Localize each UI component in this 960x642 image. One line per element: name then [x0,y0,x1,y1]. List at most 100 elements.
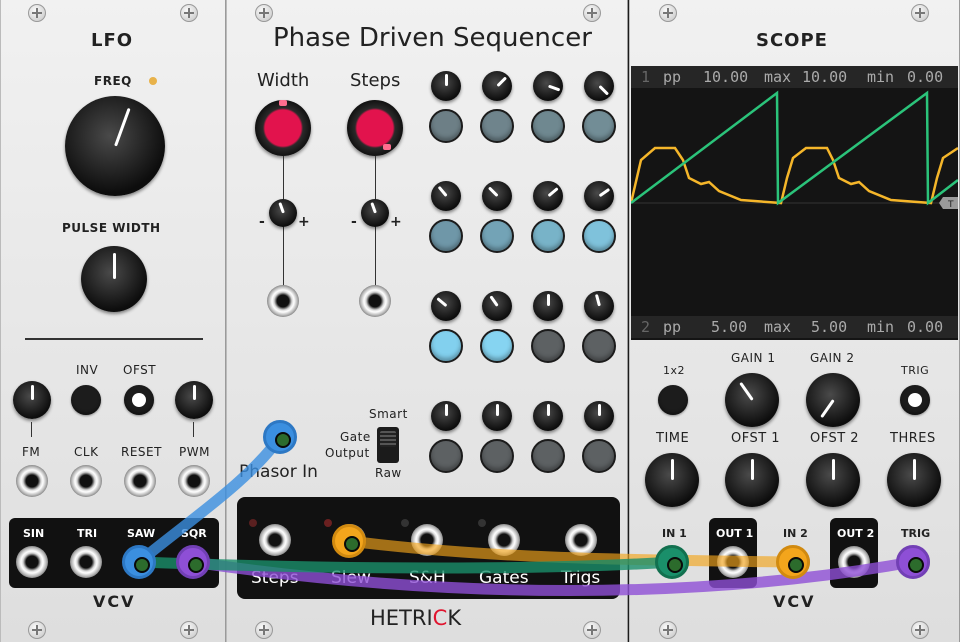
ch1-readout: 1 pp 10.00 max 10.00 min 0.00 [631,66,958,88]
screw-icon [28,4,46,22]
pwm-input-jack[interactable] [178,465,210,497]
cable-plug-orange[interactable] [776,545,810,579]
ofst1-knob[interactable] [725,453,779,507]
phasor-in-label: Phasor In [239,462,318,482]
step-button[interactable] [429,109,463,143]
screw-icon [583,4,601,22]
x2-button[interactable] [658,385,688,415]
saw-label: SAW [127,527,156,540]
step-button[interactable] [582,219,616,253]
step-button[interactable] [480,219,514,253]
step-button[interactable] [582,329,616,363]
ofst1-label: OFST 1 [731,431,781,446]
steps-knob[interactable] [347,100,403,156]
time-label: TIME [656,431,690,446]
out1-jack[interactable] [717,546,749,578]
clk-input-jack[interactable] [70,465,102,497]
cable-plug-orange[interactable] [332,524,366,558]
reset-label: RESET [121,445,162,459]
gain2-knob[interactable] [806,373,860,427]
step-knob[interactable] [584,291,614,321]
vcv-logo: VCV [93,592,136,611]
inv-label: INV [76,363,99,377]
width-cv-attenuator-knob[interactable] [269,199,297,227]
in2-label: IN 2 [783,527,808,540]
reset-input-jack[interactable] [124,465,156,497]
sh-output-jack[interactable] [411,524,443,556]
screw-icon [255,621,273,639]
step-knob[interactable] [431,71,461,101]
cable-plug-blue[interactable] [263,420,297,454]
trigs-output-jack[interactable] [565,524,597,556]
step-button[interactable] [480,109,514,143]
sequencer-title: Phase Driven Sequencer [273,23,592,53]
thres-knob[interactable] [887,453,941,507]
lfo-title: LFO [91,30,134,51]
trigger-marker-label: T [947,200,954,210]
step-button[interactable] [429,439,463,473]
width-knob[interactable] [255,100,311,156]
steps-cv-jack[interactable] [359,285,391,317]
tri-output-jack[interactable] [70,546,102,578]
fm-label: FM [22,445,41,459]
step-button-active[interactable] [429,329,463,363]
ch2-readout: 2 pp 5.00 max 5.00 min 0.00 [631,316,958,338]
step-knob[interactable] [431,181,461,211]
ch1-trace [631,90,958,206]
step-button[interactable] [582,109,616,143]
step-knob[interactable] [482,401,512,431]
step-knob[interactable] [533,401,563,431]
gain1-label: GAIN 1 [731,351,776,365]
sin-output-jack[interactable] [16,546,48,578]
step-knob[interactable] [584,71,614,101]
fm-input-jack[interactable] [16,465,48,497]
step-knob[interactable] [482,71,512,101]
cable-plug-green[interactable] [655,545,689,579]
trig-button[interactable] [900,385,930,415]
x2-label: 1x2 [663,364,686,377]
step-button[interactable] [429,219,463,253]
inv-button[interactable] [71,385,101,415]
step-button[interactable] [582,439,616,473]
screw-icon [911,4,929,22]
screw-icon [180,621,198,639]
screw-icon [255,4,273,22]
step-knob[interactable] [533,291,563,321]
freq-label: FREQ [94,74,132,88]
step-knob[interactable] [482,291,512,321]
ofst-button[interactable] [124,385,154,415]
screw-icon [659,621,677,639]
gates-output-jack[interactable] [488,524,520,556]
pwm-attenuator-knob[interactable] [175,381,213,419]
width-cv-jack[interactable] [267,285,299,317]
step-button-active[interactable] [480,329,514,363]
time-knob[interactable] [645,453,699,507]
fm-attenuator-knob[interactable] [13,381,51,419]
cable-plug-purple[interactable] [896,545,930,579]
out2-jack[interactable] [838,546,870,578]
step-button[interactable] [531,109,565,143]
scope-traces: T [631,90,958,210]
step-button[interactable] [531,439,565,473]
steps-cv-attenuator-knob[interactable] [361,199,389,227]
step-button[interactable] [531,219,565,253]
step-knob[interactable] [584,401,614,431]
step-knob[interactable] [533,181,563,211]
freq-knob[interactable] [65,96,165,196]
cable-plug-blue[interactable] [122,545,156,579]
ofst2-knob[interactable] [806,453,860,507]
hetrick-logo: HETRICK [370,606,462,630]
cable-plug-purple[interactable] [176,545,210,579]
step-button[interactable] [531,329,565,363]
gate-mode-switch[interactable] [377,427,399,463]
step-button[interactable] [480,439,514,473]
steps-output-jack[interactable] [259,524,291,556]
step-knob[interactable] [482,181,512,211]
step-knob[interactable] [533,71,563,101]
step-knob[interactable] [584,181,614,211]
step-knob[interactable] [431,291,461,321]
thres-label: THRES [890,431,936,446]
gain1-knob[interactable] [725,373,779,427]
pulse-width-knob[interactable] [81,246,147,312]
step-knob[interactable] [431,401,461,431]
